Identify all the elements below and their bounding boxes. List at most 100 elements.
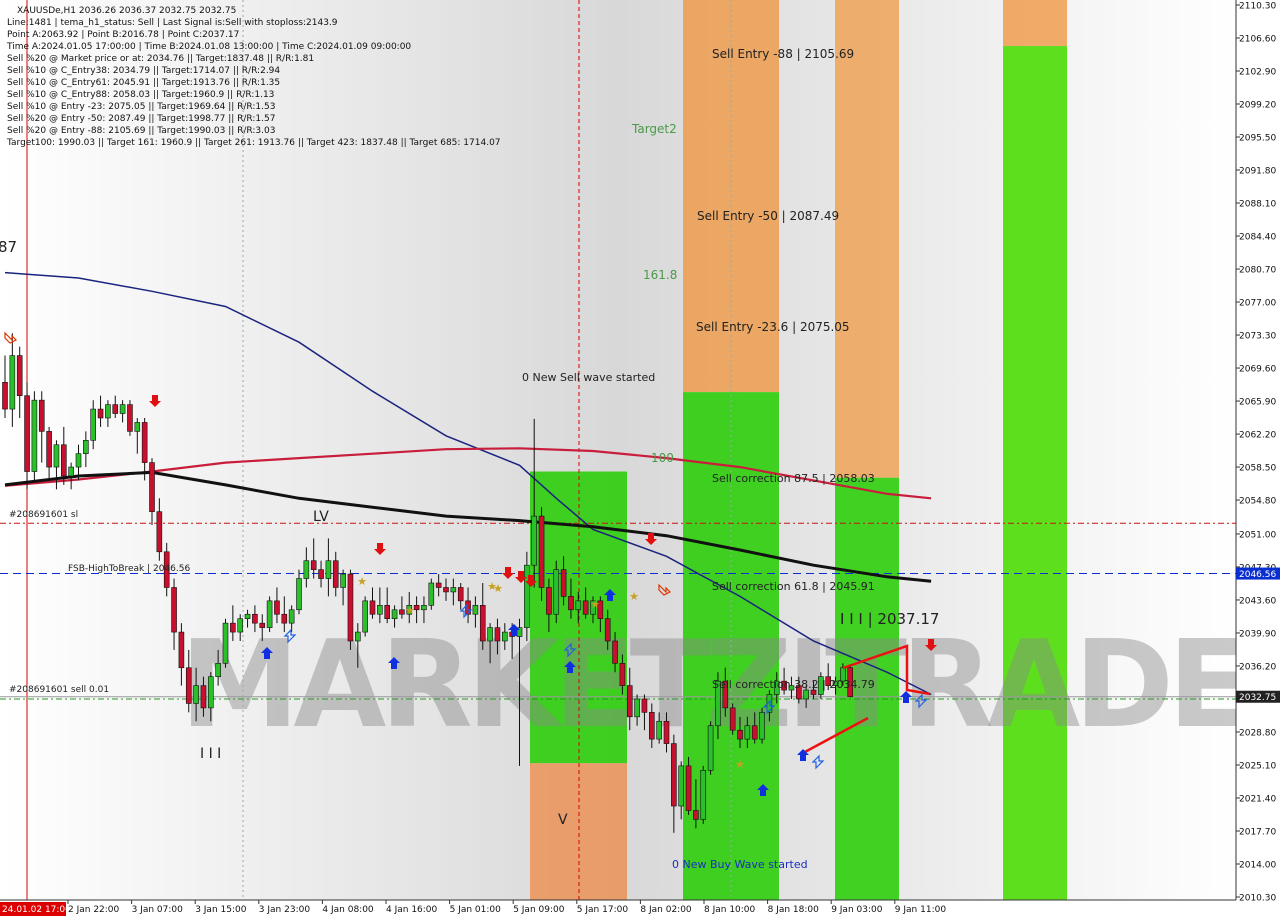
candle-body bbox=[487, 627, 493, 642]
price-chart[interactable]: MARKETZITRADE ★★★★★★★ Sell Entry -88 | 2… bbox=[0, 0, 1280, 920]
label-target2: Target2 bbox=[631, 122, 677, 136]
candle-body bbox=[384, 605, 391, 619]
y-tick-label: 2036.20 bbox=[1239, 662, 1276, 672]
star-icon: ★ bbox=[629, 590, 639, 603]
candle-body bbox=[112, 404, 119, 414]
candle-body bbox=[626, 685, 633, 718]
header-line: Point A:2063.92 | Point B:2016.78 | Poin… bbox=[7, 30, 239, 40]
candle-body bbox=[803, 689, 809, 700]
candle-body bbox=[671, 743, 677, 807]
candle-body bbox=[641, 698, 648, 713]
header-line: Time A:2024.01.05 17:00:00 | Time B:2024… bbox=[6, 42, 411, 52]
star-icon: ★ bbox=[735, 758, 745, 771]
label-fsb-line: FSB-HighToBreak | 2046.56 bbox=[68, 564, 190, 574]
x-tick-label: 9 Jan 03:00 bbox=[831, 905, 883, 915]
candle-body bbox=[171, 587, 177, 633]
star-icon: ★ bbox=[590, 598, 600, 611]
candle-body bbox=[252, 613, 258, 624]
header-line: Sell %20 @ Market price or at: 2034.76 |… bbox=[7, 54, 314, 64]
label-correction-875: Sell correction 87.5 | 2058.03 bbox=[712, 472, 875, 485]
candle-body bbox=[377, 605, 383, 615]
candle-body bbox=[428, 582, 435, 606]
candle-body bbox=[553, 569, 560, 615]
y-tick-label: 2084.40 bbox=[1239, 233, 1276, 243]
candle-body bbox=[244, 613, 251, 619]
candle-body bbox=[560, 569, 567, 597]
zone-sell-col3 bbox=[835, 0, 899, 478]
candle-body bbox=[399, 609, 405, 615]
candle-body bbox=[259, 622, 266, 628]
candle-body bbox=[744, 725, 751, 740]
candle-body bbox=[193, 685, 199, 704]
y-tick-label: 2077.00 bbox=[1239, 299, 1276, 309]
candle-body bbox=[303, 560, 310, 579]
candle-body bbox=[685, 765, 692, 811]
candle-body bbox=[582, 600, 589, 615]
y-tick-label: 2080.70 bbox=[1239, 266, 1276, 276]
candle-body bbox=[296, 578, 302, 611]
candle-body bbox=[266, 600, 273, 628]
candle-body bbox=[68, 466, 74, 477]
candle-body bbox=[281, 613, 288, 624]
candle-body bbox=[531, 515, 538, 566]
candle-body bbox=[693, 810, 699, 820]
header-line: Target100: 1990.03 || Target 161: 1960.9… bbox=[6, 138, 501, 148]
y-tick-label: 2010.30 bbox=[1239, 894, 1276, 904]
y-tick-label: 2099.20 bbox=[1239, 101, 1276, 111]
x-tick-label: 5 Jan 09:00 bbox=[513, 905, 565, 915]
header-line: Sell %10 @ C_Entry61: 2045.91 || Target:… bbox=[7, 78, 280, 88]
label-sell-line: #208691601 sell 0.01 bbox=[9, 685, 109, 695]
candle-body bbox=[479, 605, 486, 642]
y-tick-label: 2065.90 bbox=[1239, 398, 1276, 408]
x-tick-label: 8 Jan 02:00 bbox=[640, 905, 692, 915]
candle-body bbox=[134, 422, 141, 432]
candle-body bbox=[237, 618, 243, 633]
candle-body bbox=[9, 355, 16, 410]
candle-body bbox=[119, 404, 126, 414]
candle-body bbox=[729, 707, 736, 731]
label-wave-lv: LV bbox=[313, 509, 329, 525]
y-tick-label: 2102.90 bbox=[1239, 68, 1276, 78]
x-tick-label: 3 Jan 23:00 bbox=[259, 905, 311, 915]
candle-body bbox=[648, 712, 655, 740]
x-tick-label: 9 Jan 11:00 bbox=[895, 905, 947, 915]
y-tick-label: 2106.60 bbox=[1239, 35, 1276, 45]
candle-body bbox=[457, 587, 464, 602]
candle-body bbox=[391, 609, 398, 619]
header-line: Line:1481 | tema_h1_status: Sell | Last … bbox=[7, 18, 338, 28]
candle-body bbox=[200, 685, 207, 709]
candle-body bbox=[619, 662, 626, 686]
candle-body bbox=[700, 770, 707, 820]
label-correction-382: Sell correction 38.2 | 2034.79 bbox=[712, 678, 875, 691]
x-tick-label: 3 Jan 07:00 bbox=[132, 905, 184, 915]
label-fib-161: 161.8 bbox=[643, 268, 677, 282]
candle-body bbox=[97, 408, 104, 419]
candle-body bbox=[737, 729, 743, 740]
x-tick-label: 8 Jan 18:00 bbox=[768, 905, 820, 915]
candle-body bbox=[663, 720, 670, 744]
candle-body bbox=[494, 627, 501, 642]
candle-body bbox=[222, 622, 229, 664]
candle-body bbox=[501, 631, 508, 642]
candle-body bbox=[105, 404, 111, 419]
candle-body bbox=[678, 765, 685, 807]
candle-body bbox=[31, 399, 38, 472]
candle-body bbox=[149, 462, 155, 512]
candle-body bbox=[707, 725, 714, 771]
star-icon: ★ bbox=[405, 604, 415, 617]
candle-body bbox=[53, 444, 60, 468]
candle-body bbox=[178, 631, 185, 669]
y-tick-label: 2110.30 bbox=[1239, 2, 1276, 12]
candle-body bbox=[656, 720, 662, 740]
y-tick-label: 2088.10 bbox=[1239, 200, 1276, 210]
zone-buy-col4 bbox=[1003, 46, 1067, 901]
candle-body bbox=[546, 587, 552, 615]
candle-body bbox=[751, 725, 758, 740]
y-tick-label: 2021.40 bbox=[1239, 794, 1276, 804]
zone-sell-col1 bbox=[530, 763, 627, 900]
header-line: Sell %20 @ Entry -88: 2105.69 || Target:… bbox=[7, 126, 275, 136]
x-tick-label: 4 Jan 16:00 bbox=[386, 905, 438, 915]
candle-body bbox=[46, 431, 52, 468]
y-tick-label: 2054.80 bbox=[1239, 497, 1276, 507]
candle-body bbox=[185, 667, 192, 704]
